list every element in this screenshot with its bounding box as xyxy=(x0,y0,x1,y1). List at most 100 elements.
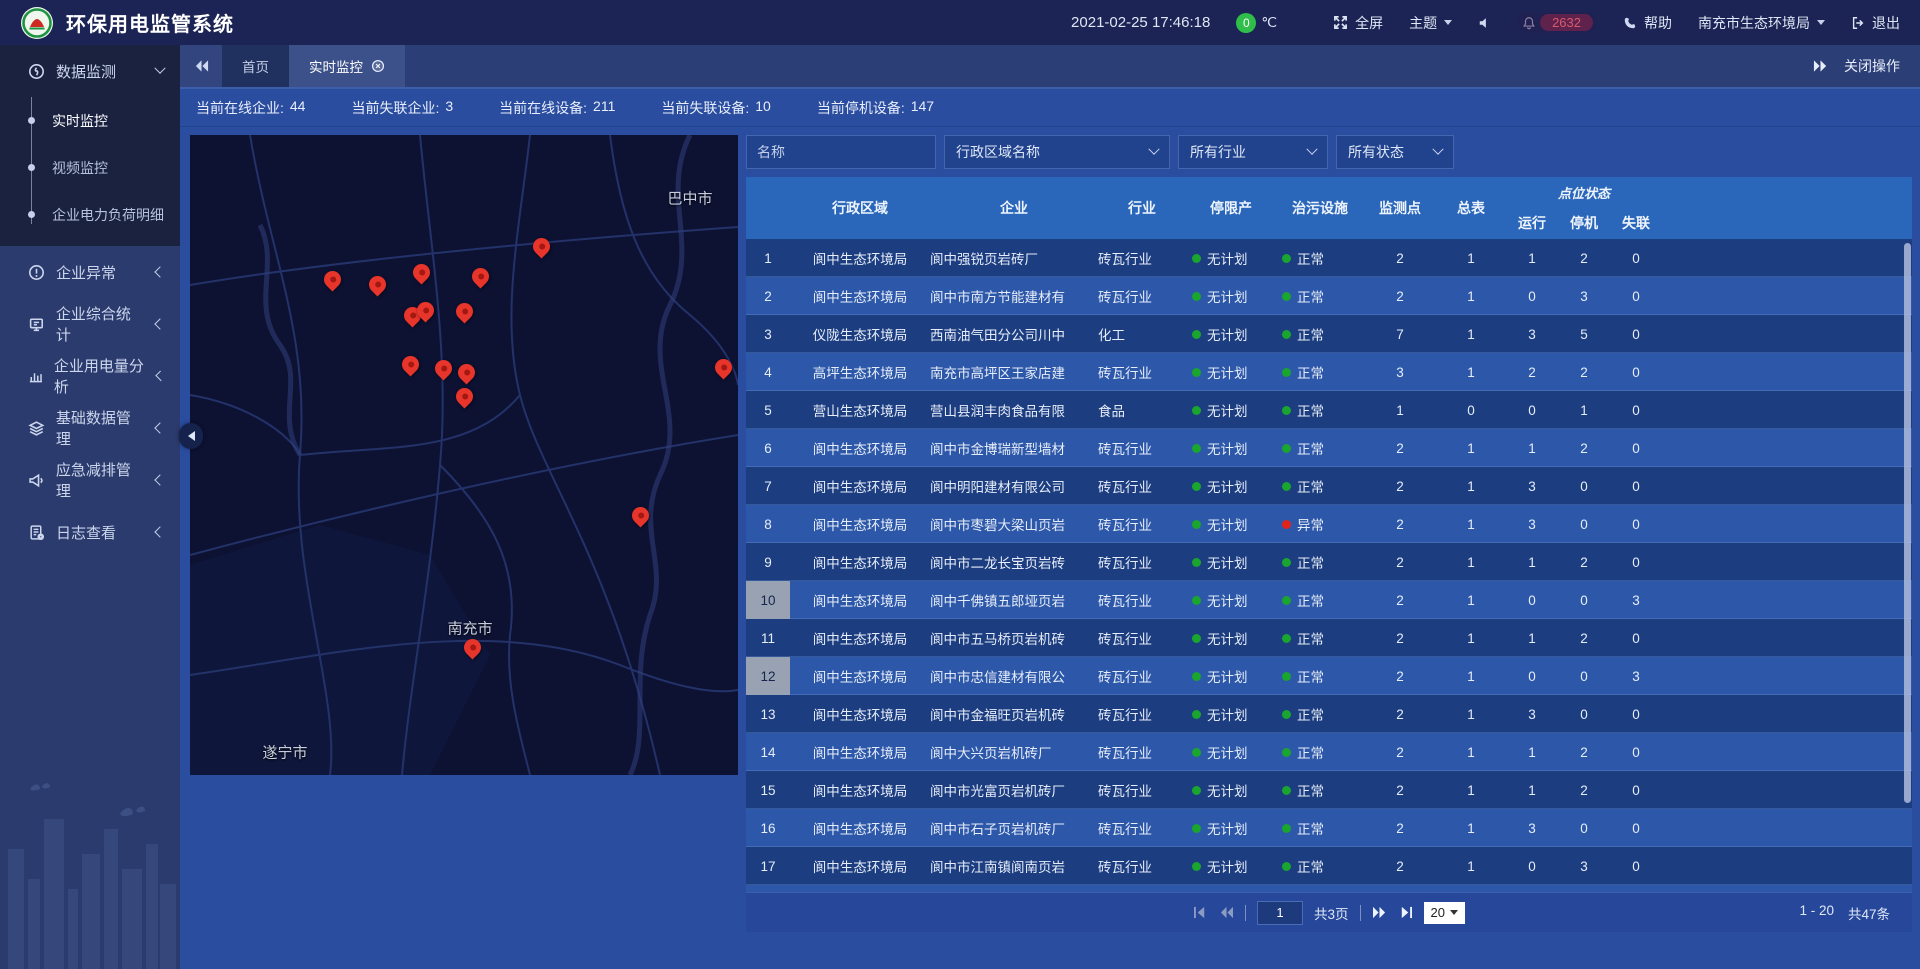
cell-company: 阆中千佛镇五郎垭页岩 xyxy=(930,590,1098,610)
cell-index: 4 xyxy=(746,353,790,391)
page-number-input[interactable] xyxy=(1257,901,1303,925)
cell-limit: 无计划 xyxy=(1186,362,1276,382)
table-row[interactable]: 5 营山生态环境局 营山县润丰肉食品有限 食品 无计划 xyxy=(746,391,1912,429)
cell-region: 阆中生态环境局 xyxy=(790,818,930,838)
sidebar-group-power-analysis[interactable]: 企业用电量分析 xyxy=(0,350,180,402)
cell-lost: 0 xyxy=(1610,745,1662,760)
notification-count-badge: 2632 xyxy=(1540,14,1593,31)
cell-stop: 0 xyxy=(1558,707,1610,722)
cell-region: 阆中生态环境局 xyxy=(790,286,930,306)
table-row[interactable]: 6 阆中生态环境局 阆中市金博瑞新型墙材 砖瓦行业 无计划 xyxy=(746,429,1912,467)
cell-industry: 砖瓦行业 xyxy=(1098,248,1186,268)
chevron-left-icon xyxy=(154,422,165,433)
status-dot xyxy=(1282,368,1291,377)
next-page-button[interactable] xyxy=(1372,906,1387,919)
last-page-button[interactable] xyxy=(1398,906,1413,919)
sidebar-group-emergency[interactable]: 应急减排管理 xyxy=(0,454,180,506)
cell-points: 2 xyxy=(1364,631,1436,646)
sidebar-group-logs[interactable]: 日志查看 xyxy=(0,506,180,558)
sidebar-group-base-data[interactable]: 基础数据管理 xyxy=(0,402,180,454)
cell-index: 14 xyxy=(746,733,790,771)
cell-points: 2 xyxy=(1364,593,1436,608)
temperature-value: 0 xyxy=(1236,13,1256,33)
org-menu[interactable]: 南充市生态环境局 xyxy=(1698,13,1825,33)
table-row[interactable]: 2 阆中生态环境局 阆中市南方节能建材有 砖瓦行业 无计划 xyxy=(746,277,1912,315)
table-row[interactable]: 4 高坪生态环境局 南充市高坪区王家店建 砖瓦行业 无计划 xyxy=(746,353,1912,391)
cell-lost: 0 xyxy=(1610,631,1662,646)
cell-points: 2 xyxy=(1364,289,1436,304)
table-row[interactable]: 10 阆中生态环境局 阆中千佛镇五郎垭页岩 砖瓦行业 无计划 xyxy=(746,581,1912,619)
table-row[interactable]: 8 阆中生态环境局 阆中市枣碧大梁山页岩 砖瓦行业 无计划 xyxy=(746,505,1912,543)
double-chevron-right-icon[interactable] xyxy=(1813,59,1828,73)
industry-select[interactable]: 所有行业 xyxy=(1178,135,1328,169)
theme-menu[interactable]: 主题 xyxy=(1409,13,1452,33)
layers-icon xyxy=(28,420,45,437)
cell-lost: 0 xyxy=(1610,403,1662,418)
map-city-label: 巴中市 xyxy=(667,188,712,209)
sidebar-group-data-monitor[interactable]: 数据监测 xyxy=(0,45,180,97)
tab-home[interactable]: 首页 xyxy=(222,45,289,87)
close-operations-button[interactable]: 关闭操作 xyxy=(1844,56,1900,76)
map-collapse-handle[interactable] xyxy=(179,423,203,449)
table-row[interactable]: 14 阆中生态环境局 阆中大兴页岩机砖厂 砖瓦行业 无计划 xyxy=(746,733,1912,771)
cell-limit: 无计划 xyxy=(1186,742,1276,762)
table-row[interactable]: 15 阆中生态环境局 阆中市光富页岩机砖厂 砖瓦行业 无计划 xyxy=(746,771,1912,809)
cell-index: 5 xyxy=(746,391,790,429)
region-select[interactable]: 行政区域名称 xyxy=(944,135,1170,169)
metric: 当前失联企业: 3 xyxy=(351,98,453,118)
cell-industry: 砖瓦行业 xyxy=(1098,856,1186,876)
cell-run: 3 xyxy=(1506,707,1558,722)
sidebar-subitem[interactable]: 实时监控 xyxy=(0,97,180,144)
cell-meters: 1 xyxy=(1436,859,1506,874)
cell-limit: 无计划 xyxy=(1186,286,1276,306)
cell-company: 阆中市忠信建材有限公 xyxy=(930,666,1098,686)
status-dot xyxy=(1282,482,1291,491)
table-row[interactable]: 12 阆中生态环境局 阆中市忠信建材有限公 砖瓦行业 无计划 xyxy=(746,657,1912,695)
table-row[interactable]: 16 阆中生态环境局 阆中市石子页岩机砖厂 砖瓦行业 无计划 xyxy=(746,809,1912,847)
table-row[interactable]: 1 阆中生态环境局 阆中强锐页岩砖厂 砖瓦行业 无计划 xyxy=(746,239,1912,277)
first-page-button[interactable] xyxy=(1193,906,1208,919)
cell-limit: 无计划 xyxy=(1186,590,1276,610)
chevron-left-icon xyxy=(154,526,165,537)
cell-points: 2 xyxy=(1364,441,1436,456)
cell-region: 阆中生态环境局 xyxy=(790,248,930,268)
table-row[interactable]: 17 阆中生态环境局 阆中市江南镇阆南页岩 砖瓦行业 无计划 xyxy=(746,847,1912,885)
cell-region: 营山生态环境局 xyxy=(790,400,930,420)
table-row[interactable]: 13 阆中生态环境局 阆中市金福旺页岩机砖 砖瓦行业 无计划 xyxy=(746,695,1912,733)
app-logo-icon xyxy=(20,6,54,40)
status-dot xyxy=(1282,786,1291,795)
status-select[interactable]: 所有状态 xyxy=(1336,135,1454,169)
table-row[interactable]: 9 阆中生态环境局 阆中市二龙长宝页岩砖 砖瓦行业 无计划 xyxy=(746,543,1912,581)
sidebar-group-enterprise-stats[interactable]: 企业综合统计 xyxy=(0,298,180,350)
logout-button[interactable]: 退出 xyxy=(1851,13,1900,33)
help-button[interactable]: 帮助 xyxy=(1623,13,1672,33)
tab-bar: 首页 实时监控 关闭操作 xyxy=(180,45,1920,89)
cell-company: 阆中市金福旺页岩机砖 xyxy=(930,704,1098,724)
col-company: 企业 xyxy=(930,177,1098,239)
cell-industry: 砖瓦行业 xyxy=(1098,514,1186,534)
status-dot xyxy=(1282,824,1291,833)
sidebar-subitem[interactable]: 视频监控 xyxy=(0,144,180,191)
cell-facility: 正常 xyxy=(1276,552,1364,572)
table-scrollbar[interactable] xyxy=(1904,243,1911,803)
sidebar-group-enterprise-anomaly[interactable]: 企业异常 xyxy=(0,246,180,298)
status-metrics-bar: 当前在线企业: 44 当前失联企业: 3 当前在线设备: 211 当前失联设备:… xyxy=(180,89,1920,127)
map-panel[interactable]: 巴中市南充市遂宁市 xyxy=(190,135,738,775)
table-row[interactable]: 3 仪陇生态环境局 西南油气田分公司川中 化工 无计划 xyxy=(746,315,1912,353)
table-row[interactable]: 11 阆中生态环境局 阆中市五马桥页岩机砖 砖瓦行业 无计划 xyxy=(746,619,1912,657)
prev-page-button[interactable] xyxy=(1219,906,1234,919)
tabs-scroll-left-button[interactable] xyxy=(180,45,222,87)
fullscreen-button[interactable]: 全屏 xyxy=(1333,13,1383,33)
tab-close-icon[interactable] xyxy=(371,59,385,73)
tab-realtime-monitor[interactable]: 实时监控 xyxy=(289,45,405,87)
notifications[interactable]: 2632 xyxy=(1518,12,1597,33)
cell-facility: 正常 xyxy=(1276,856,1364,876)
mute-button[interactable] xyxy=(1478,16,1492,30)
name-search-input[interactable] xyxy=(746,135,936,169)
cell-lost: 3 xyxy=(1610,669,1662,684)
metric: 当前在线设备: 211 xyxy=(499,98,615,118)
table-row[interactable]: 7 阆中生态环境局 阆中明阳建材有限公司 砖瓦行业 无计划 xyxy=(746,467,1912,505)
page-size-select[interactable]: 20 xyxy=(1424,902,1465,924)
cell-company: 阆中市五马桥页岩机砖 xyxy=(930,628,1098,648)
sidebar-subitem[interactable]: 企业电力负荷明细 xyxy=(0,191,180,238)
